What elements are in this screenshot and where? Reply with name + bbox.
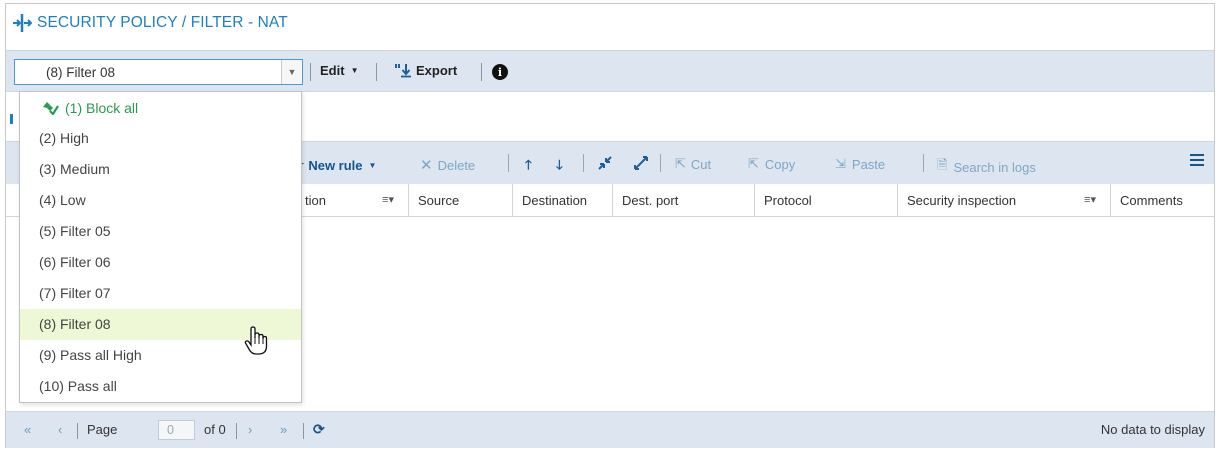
edit-label: Edit <box>320 63 345 78</box>
column-source-label: Source <box>418 193 460 208</box>
policy-select[interactable]: (8) Filter 08 ▼ <box>14 59 303 85</box>
policy-option[interactable]: (10) Pass all <box>20 371 301 402</box>
toolbar-separator <box>508 154 509 172</box>
toolbar-separator <box>376 63 377 81</box>
export-label: Export <box>416 63 458 78</box>
paste-button[interactable]: ⇲ Paste <box>835 156 885 172</box>
page-title: SECURITY POLICY / FILTER - NAT <box>37 14 288 31</box>
delete-button[interactable]: ✕ Delete <box>420 156 475 174</box>
cut-label: Cut <box>690 156 712 172</box>
last-page-icon[interactable]: » <box>280 422 287 437</box>
column-comments-label: Comments <box>1120 193 1183 208</box>
new-rule-label: New rule <box>308 157 363 173</box>
move-down-icon[interactable]: 🡓 <box>556 156 563 178</box>
hand-cursor-icon <box>244 326 268 355</box>
new-rule-button[interactable]: + New rule ▼ <box>295 156 376 174</box>
policy-option[interactable]: (2) High <box>20 123 301 154</box>
toolbar-separator <box>583 154 584 172</box>
policy-dropdown-list: (1) Block all (2) High (3) Medium (4) Lo… <box>19 91 302 403</box>
first-page-icon[interactable]: « <box>24 422 31 437</box>
column-action[interactable]: tion ≡▾ <box>296 184 408 217</box>
cut-button[interactable]: ⇱ Cut <box>675 156 711 172</box>
column-destination[interactable]: Destination <box>512 184 612 217</box>
column-dest-port[interactable]: Dest. port <box>612 184 754 217</box>
menu-icon[interactable] <box>1190 154 1204 169</box>
cut-icon: ⇱ <box>675 156 686 171</box>
column-protocol[interactable]: Protocol <box>754 184 897 217</box>
tab-indicator <box>10 114 13 124</box>
search-logs-icon: 🗎 <box>937 157 948 172</box>
next-page-icon[interactable]: › <box>248 422 252 437</box>
column-action-label: tion <box>305 193 326 208</box>
sort-filter-icon[interactable]: ≡▾ <box>382 193 394 206</box>
info-icon[interactable]: i <box>492 64 508 80</box>
column-destination-label: Destination <box>522 193 588 208</box>
policy-option[interactable]: (7) Filter 07 <box>20 278 301 309</box>
policy-option[interactable]: (6) Filter 06 <box>20 247 301 278</box>
title-bar: SECURITY POLICY / FILTER - NAT <box>6 4 1214 42</box>
search-in-logs-button[interactable]: 🗎 Search in logs <box>937 156 1036 178</box>
delete-label: Delete <box>437 157 476 173</box>
column-dest-port-label: Dest. port <box>622 193 679 208</box>
page-label: Page <box>87 422 118 437</box>
column-comments[interactable]: Comments <box>1110 184 1216 217</box>
active-policy-icon <box>43 102 59 115</box>
toolbar-separator <box>923 154 924 172</box>
policy-option[interactable]: (5) Filter 05 <box>20 216 301 247</box>
column-source[interactable]: Source <box>408 184 512 217</box>
policy-option-label: (1) Block all <box>65 100 139 116</box>
page-number-input[interactable]: 0 <box>158 420 195 440</box>
column-protocol-label: Protocol <box>764 193 812 208</box>
collapse-all-icon[interactable] <box>598 156 612 170</box>
policy-option[interactable]: (4) Low <box>20 185 301 216</box>
filter-nat-icon <box>13 14 32 32</box>
column-security-inspection-label: Security inspection <box>907 193 1017 208</box>
refresh-icon[interactable]: ⟳ <box>313 421 325 438</box>
paste-icon: ⇲ <box>835 156 846 171</box>
toolbar-separator <box>481 63 482 81</box>
export-icon <box>395 64 411 78</box>
toolbar-separator <box>660 154 661 172</box>
copy-button[interactable]: ⇱ Copy <box>748 156 795 172</box>
pager-separator <box>77 423 78 439</box>
policy-option[interactable]: (3) Medium <box>20 154 301 185</box>
page-count: of 0 <box>204 422 226 437</box>
column-security-inspection[interactable]: Security inspection ≡▾ <box>897 184 1110 217</box>
toolbar-separator <box>310 63 311 81</box>
chevron-down-icon[interactable]: ▼ <box>281 60 302 84</box>
pager-separator <box>303 423 304 439</box>
caret-down-icon: ▼ <box>368 160 377 170</box>
no-data-status: No data to display <box>1100 422 1205 437</box>
caret-down-icon: ▼ <box>350 66 359 75</box>
policy-option[interactable]: (1) Block all <box>20 92 301 123</box>
search-in-logs-label: Search in logs <box>953 159 1036 175</box>
expand-all-icon[interactable] <box>634 156 648 170</box>
paste-label: Paste <box>851 156 886 172</box>
policy-toolbar: (8) Filter 08 ▼ Edit ▼ Export i <box>6 50 1214 92</box>
security-policy-window: SECURITY POLICY / FILTER - NAT (8) Filte… <box>5 3 1215 448</box>
delete-x-icon: ✕ <box>420 157 433 174</box>
policy-select-value: (8) Filter 08 <box>46 65 116 80</box>
copy-label: Copy <box>764 156 796 172</box>
copy-icon: ⇱ <box>748 156 759 171</box>
export-button[interactable]: Export <box>394 63 457 78</box>
sort-filter-icon[interactable]: ≡▾ <box>1084 193 1096 206</box>
pagination-bar: « ‹ Page 0 of 0 › » ⟳ No data to display <box>6 411 1214 448</box>
previous-page-icon[interactable]: ‹ <box>58 422 62 437</box>
pager-separator <box>236 423 237 439</box>
move-up-icon[interactable]: 🡑 <box>525 156 532 178</box>
edit-menu-button[interactable]: Edit ▼ <box>320 63 358 78</box>
